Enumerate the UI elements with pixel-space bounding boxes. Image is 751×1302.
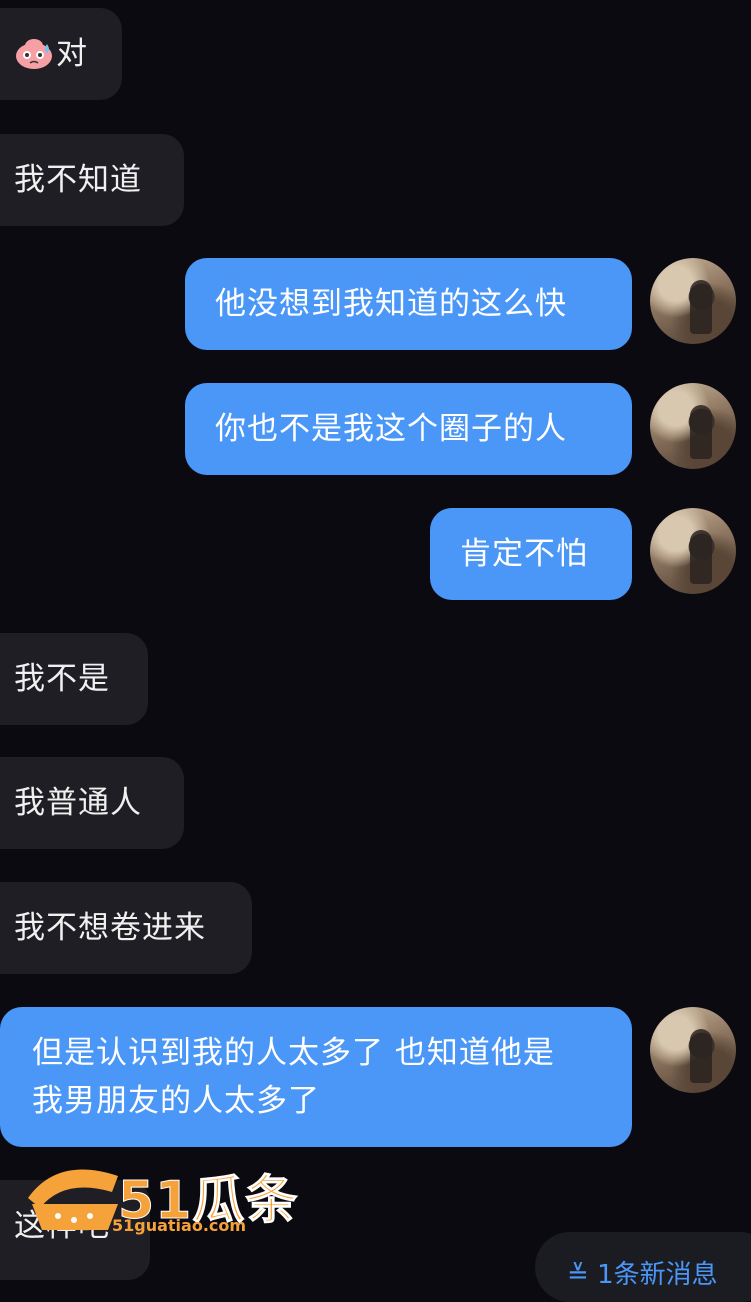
message-text: 肯定不怕: [460, 536, 588, 572]
message-incoming[interactable]: 对: [0, 8, 122, 100]
avatar[interactable]: [650, 508, 736, 594]
double-chevron-down-icon: ≚: [567, 1260, 589, 1290]
avatar[interactable]: [650, 258, 736, 344]
message-text-line: 我男朋友的人太多了: [32, 1083, 320, 1119]
new-message-label: 1条新消息: [597, 1260, 718, 1290]
message-outgoing[interactable]: 他没想到我知道的这么快: [185, 258, 632, 350]
watermark-url: 51guatiao.com: [112, 1216, 247, 1235]
message-text: 我不知道: [14, 162, 142, 198]
message-outgoing[interactable]: 但是认识到我的人太多了 也知道他是 我男朋友的人太多了: [0, 1007, 632, 1147]
message-outgoing[interactable]: 肯定不怕: [430, 508, 632, 600]
avatar[interactable]: [650, 1007, 736, 1093]
message-text: 我不想卷进来: [14, 910, 206, 946]
sweat-face-icon: [16, 39, 52, 69]
message-outgoing[interactable]: 你也不是我这个圈子的人: [185, 383, 632, 475]
message-text: 你也不是我这个圈子的人: [215, 411, 567, 447]
message-incoming[interactable]: 我普通人: [0, 757, 184, 849]
message-text: 我普通人: [14, 785, 142, 821]
message-text: 对: [56, 36, 88, 72]
message-incoming[interactable]: 我不知道: [0, 134, 184, 226]
message-text: 他没想到我知道的这么快: [215, 286, 567, 322]
message-incoming[interactable]: 我不是: [0, 633, 148, 725]
message-text: 我不是: [14, 661, 110, 697]
message-incoming[interactable]: 我不想卷进来: [0, 882, 252, 974]
avatar[interactable]: [650, 383, 736, 469]
message-text-line: 但是认识到我的人太多了 也知道他是: [32, 1035, 555, 1071]
new-message-pill[interactable]: ≚ 1条新消息: [535, 1232, 751, 1302]
